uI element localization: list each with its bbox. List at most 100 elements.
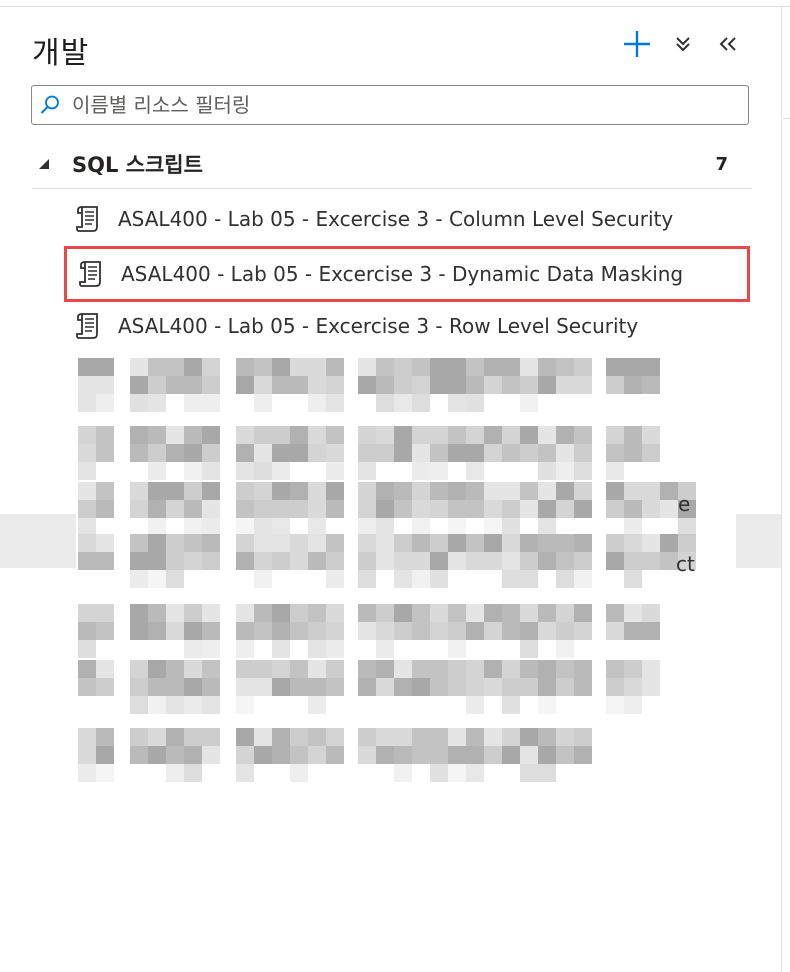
mosaic-cell bbox=[272, 444, 290, 462]
mosaic-cell bbox=[202, 622, 220, 640]
mosaic-cell bbox=[78, 500, 96, 518]
mosaic-cell bbox=[166, 376, 184, 394]
mosaic-cell bbox=[236, 660, 254, 678]
mosaic-cell bbox=[412, 394, 430, 412]
mosaic-cell bbox=[642, 500, 660, 518]
mosaic-cell bbox=[96, 394, 114, 412]
mosaic-cell bbox=[376, 678, 394, 696]
mosaic-cell bbox=[326, 482, 344, 500]
mosaic-cell bbox=[520, 660, 538, 678]
mosaic-cell bbox=[130, 696, 148, 714]
mosaic-cell bbox=[358, 746, 376, 764]
mosaic-cell bbox=[358, 462, 376, 480]
mosaic-cell bbox=[272, 728, 290, 746]
mosaic-cell bbox=[326, 534, 344, 552]
add-button[interactable] bbox=[620, 27, 654, 61]
mosaic-cell bbox=[358, 728, 376, 746]
panel-splitter[interactable] bbox=[781, 7, 782, 972]
mosaic-cell bbox=[290, 746, 308, 764]
mosaic-cell bbox=[202, 462, 220, 480]
mosaic-cell bbox=[184, 534, 202, 552]
mosaic-cell bbox=[556, 444, 574, 462]
mosaic-cell bbox=[290, 500, 308, 518]
mosaic-cell bbox=[448, 426, 466, 444]
mosaic-cell bbox=[448, 746, 466, 764]
mosaic-cell bbox=[166, 764, 184, 782]
mosaic-cell bbox=[574, 534, 592, 552]
filter-search-box[interactable] bbox=[31, 85, 749, 125]
mosaic-cell bbox=[484, 482, 502, 500]
mosaic-cell bbox=[308, 660, 326, 678]
mosaic-cell bbox=[448, 764, 466, 782]
mosaic-cell bbox=[502, 444, 520, 462]
mosaic-cell bbox=[290, 358, 308, 376]
group-header-sql-scripts[interactable]: SQL 스크립트 7 bbox=[32, 140, 752, 188]
mosaic-cell bbox=[130, 534, 148, 552]
mosaic-cell bbox=[326, 462, 344, 480]
mosaic-cell bbox=[290, 604, 308, 622]
mosaic-cell bbox=[394, 746, 412, 764]
mosaic-cell bbox=[308, 640, 326, 658]
mosaic-cell bbox=[96, 444, 114, 462]
mosaic-cell bbox=[326, 358, 344, 376]
mosaic-cell bbox=[502, 570, 520, 588]
mosaic-cell bbox=[484, 660, 502, 678]
mosaic-cell bbox=[184, 376, 202, 394]
mosaic-cell bbox=[290, 678, 308, 696]
collapse-panel-button[interactable] bbox=[712, 29, 744, 59]
mosaic-cell bbox=[148, 444, 166, 462]
mosaic-cell bbox=[520, 640, 538, 658]
mosaic-cell bbox=[236, 678, 254, 696]
mosaic-cell bbox=[148, 678, 166, 696]
mosaic-cell bbox=[166, 482, 184, 500]
mosaic-cell bbox=[538, 678, 556, 696]
mosaic-cell bbox=[130, 604, 148, 622]
mosaic-cell bbox=[166, 426, 184, 444]
mosaic-cell bbox=[308, 604, 326, 622]
mosaic-cell bbox=[624, 376, 642, 394]
mosaic-cell bbox=[642, 376, 660, 394]
mosaic-cell bbox=[556, 358, 574, 376]
mosaic-cell bbox=[394, 394, 412, 412]
mosaic-cell bbox=[412, 660, 430, 678]
mosaic-cell bbox=[556, 728, 574, 746]
mosaic-cell bbox=[308, 534, 326, 552]
mosaic-cell bbox=[624, 678, 642, 696]
mosaic-cell bbox=[574, 678, 592, 696]
mosaic-cell bbox=[254, 394, 272, 412]
mosaic-cell bbox=[78, 462, 96, 480]
mosaic-cell bbox=[358, 376, 376, 394]
mosaic-cell bbox=[606, 604, 624, 622]
mosaic-cell bbox=[308, 552, 326, 570]
collapse-all-button[interactable] bbox=[668, 29, 698, 59]
mosaic-cell bbox=[466, 394, 484, 412]
mosaic-cell bbox=[184, 746, 202, 764]
mosaic-cell bbox=[484, 728, 502, 746]
mosaic-cell bbox=[538, 500, 556, 518]
mosaic-cell bbox=[184, 696, 202, 714]
mosaic-cell bbox=[184, 482, 202, 500]
mosaic-cell bbox=[466, 534, 484, 552]
caret-down-icon[interactable] bbox=[32, 158, 62, 170]
mosaic-cell bbox=[166, 728, 184, 746]
mosaic-cell bbox=[130, 552, 148, 570]
search-input[interactable] bbox=[68, 87, 748, 123]
mosaic-cell bbox=[412, 570, 430, 588]
list-item[interactable]: ASAL400 - Lab 05 - Excercise 3 - Row Lev… bbox=[64, 301, 748, 351]
mosaic-cell bbox=[148, 746, 166, 764]
mosaic-cell bbox=[236, 622, 254, 640]
list-item-selected[interactable]: ASAL400 - Lab 05 - Excercise 3 - Dynamic… bbox=[64, 246, 750, 302]
mosaic-cell bbox=[184, 660, 202, 678]
mosaic-cell bbox=[358, 534, 376, 552]
mosaic-cell bbox=[606, 376, 624, 394]
mosaic-cell bbox=[202, 604, 220, 622]
mosaic-cell bbox=[448, 500, 466, 518]
mosaic-cell bbox=[78, 622, 96, 640]
mosaic-cell bbox=[394, 426, 412, 444]
mosaic-cell bbox=[78, 552, 96, 570]
mosaic-cell bbox=[254, 500, 272, 518]
mosaic-cell bbox=[574, 728, 592, 746]
list-item[interactable]: ASAL400 - Lab 05 - Excercise 3 - Column … bbox=[64, 194, 748, 244]
mosaic-cell bbox=[236, 426, 254, 444]
mosaic-cell bbox=[642, 678, 660, 696]
